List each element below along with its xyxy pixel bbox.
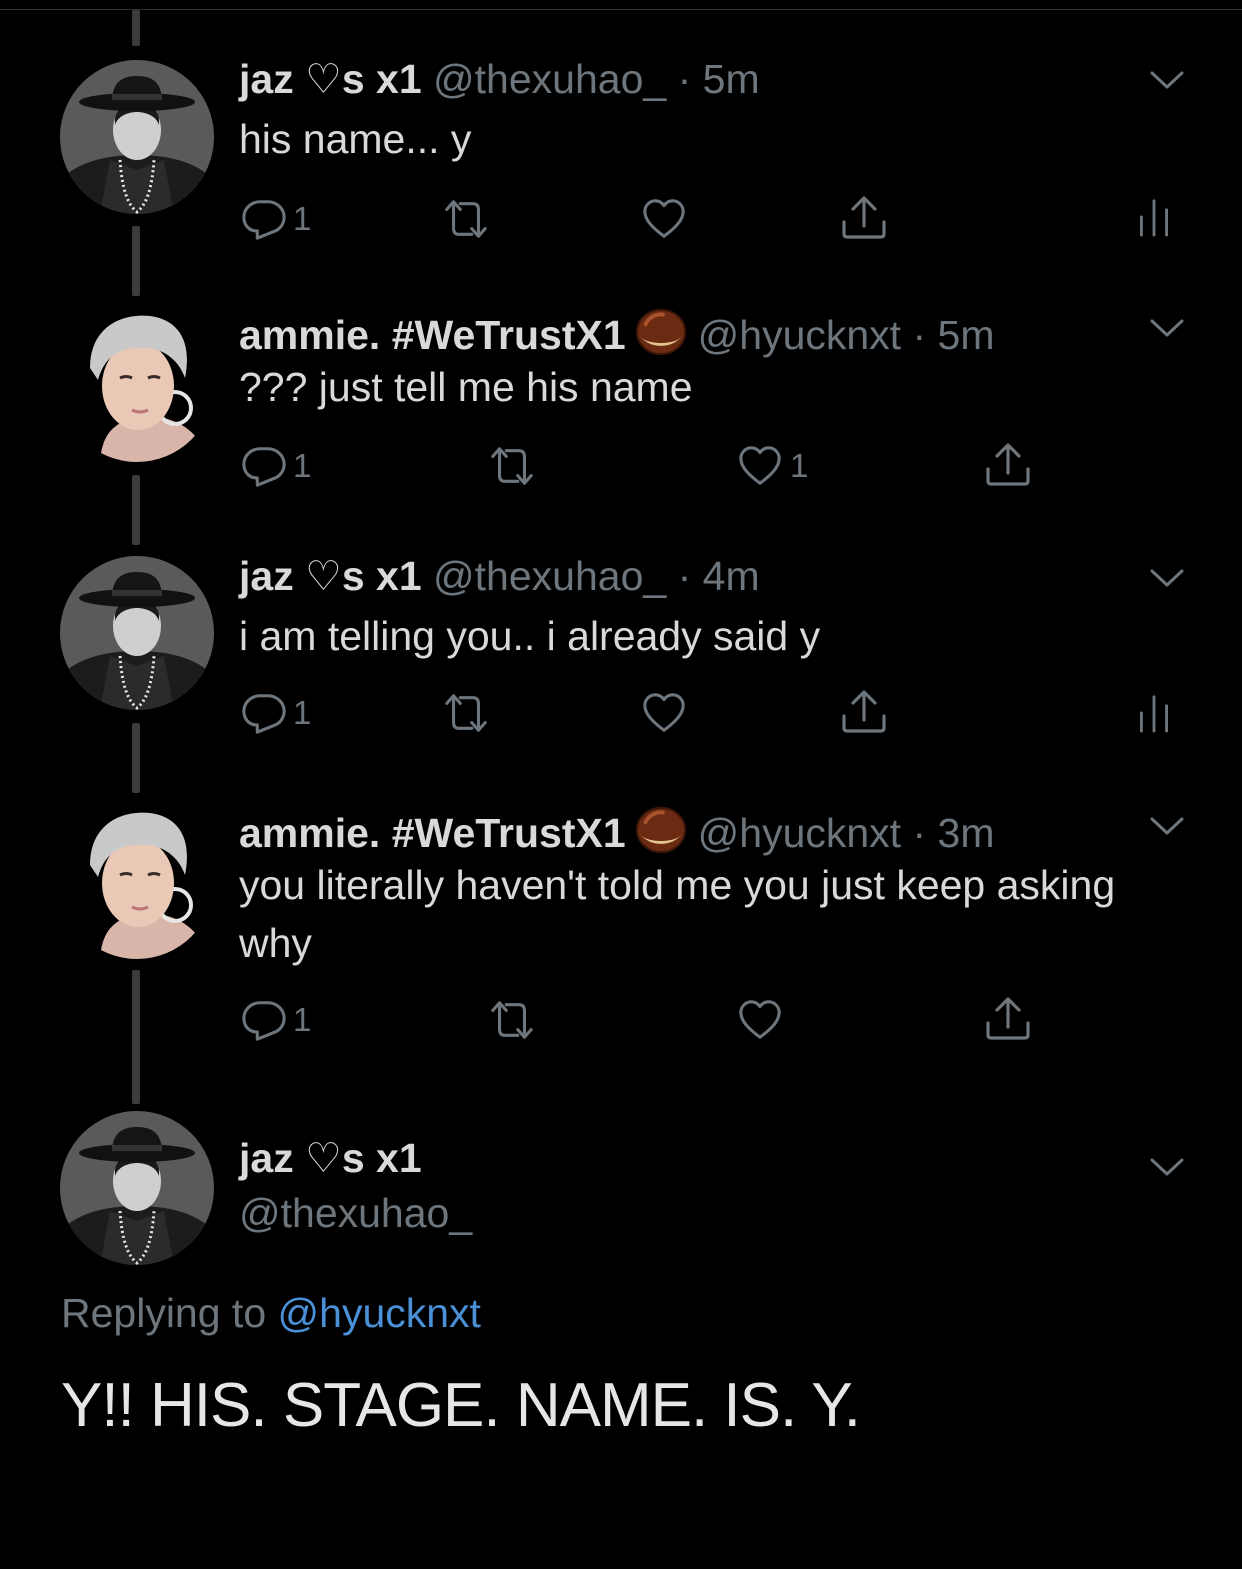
display-name[interactable]: jaz ♡s x1	[239, 553, 422, 599]
tweet-header: jaz ♡s x1 @thexuhao_ · 5m	[239, 55, 760, 103]
retweet-button[interactable]	[438, 196, 494, 242]
top-divider	[0, 9, 1242, 10]
retweet-button[interactable]	[484, 443, 540, 489]
chevron-down-icon[interactable]	[1150, 318, 1184, 338]
retweet-icon	[484, 443, 540, 489]
display-name[interactable]: ammie. #WeTrustX1	[239, 312, 626, 358]
username[interactable]: @thexuhao_	[239, 1190, 472, 1237]
retweet-button[interactable]	[438, 690, 494, 736]
like-button[interactable]	[736, 997, 784, 1043]
reply-button[interactable]: 1	[241, 997, 311, 1043]
avatar[interactable]	[60, 556, 214, 710]
chevron-down-icon[interactable]	[1150, 70, 1184, 90]
tweet-header: ammie. #WeTrustX1 @hyucknxt · 5m	[239, 303, 995, 359]
tweet-text: Y!! HIS. STAGE. NAME. IS. Y.	[61, 1371, 861, 1440]
like-button[interactable]	[640, 690, 688, 736]
chevron-down-icon[interactable]	[1150, 568, 1184, 588]
black-hat-avatar-icon	[60, 1111, 214, 1265]
share-button[interactable]	[840, 688, 888, 736]
separator: ·	[912, 312, 927, 358]
timestamp[interactable]: 3m	[938, 810, 995, 856]
like-button[interactable]: 1	[736, 443, 808, 489]
username[interactable]: @thexuhao_	[433, 56, 666, 102]
avatar[interactable]	[60, 60, 214, 214]
share-button[interactable]	[840, 194, 888, 242]
thread-line	[132, 475, 140, 545]
share-button[interactable]	[984, 441, 1032, 489]
black-hat-avatar-icon	[60, 556, 214, 710]
reply-icon	[241, 196, 287, 242]
username[interactable]: @thexuhao_	[433, 553, 666, 599]
display-name-line: jaz ♡s x1	[239, 1134, 422, 1182]
reply-button[interactable]: 1	[241, 443, 311, 489]
mention-link[interactable]: @hyucknxt	[278, 1290, 481, 1336]
thread-line	[132, 10, 140, 46]
timestamp[interactable]: 4m	[703, 553, 760, 599]
display-name[interactable]: jaz ♡s x1	[239, 56, 422, 102]
reply-count: 1	[293, 447, 312, 484]
heart-icon	[736, 997, 784, 1043]
replying-prefix: Replying to	[61, 1290, 267, 1336]
heart-icon	[736, 443, 784, 489]
share-button[interactable]	[984, 995, 1032, 1043]
heart-icon	[640, 690, 688, 736]
username[interactable]: @hyucknxt	[698, 312, 901, 358]
username[interactable]: @hyucknxt	[698, 810, 901, 856]
chevron-down-icon[interactable]	[1150, 1157, 1184, 1177]
tweet-text: i am telling you.. i already said y	[239, 613, 821, 659]
like-button[interactable]	[640, 196, 688, 242]
share-icon	[984, 995, 1032, 1043]
replying-to: Replying to @hyucknxt	[61, 1290, 481, 1337]
reply-count: 1	[293, 1001, 312, 1038]
heart-icon	[640, 196, 688, 242]
reply-icon	[241, 443, 287, 489]
thread-line	[132, 723, 140, 793]
separator: ·	[677, 553, 692, 599]
share-icon	[984, 441, 1032, 489]
analytics-icon	[1136, 690, 1172, 736]
silver-hair-avatar-icon	[60, 805, 214, 959]
analytics-icon	[1136, 194, 1172, 240]
retweet-icon	[438, 196, 494, 242]
reply-count: 1	[293, 200, 312, 237]
display-name[interactable]: ammie. #WeTrustX1	[239, 810, 626, 856]
tweet-header: ammie. #WeTrustX1 @hyucknxt · 3m	[239, 801, 995, 857]
tweet-text: you literally haven't told me you just k…	[239, 862, 1116, 966]
reply-button[interactable]: 1	[241, 196, 311, 242]
timestamp[interactable]: 5m	[703, 56, 760, 102]
retweet-icon	[438, 690, 494, 736]
separator: ·	[912, 810, 927, 856]
chevron-down-icon[interactable]	[1150, 816, 1184, 836]
timestamp[interactable]: 5m	[938, 312, 995, 358]
black-hat-avatar-icon	[60, 60, 214, 214]
retweet-icon	[484, 997, 540, 1043]
silver-hair-avatar-icon	[60, 308, 214, 462]
analytics-button[interactable]	[1136, 690, 1172, 736]
share-icon	[840, 194, 888, 242]
chestnut-icon	[634, 801, 688, 855]
analytics-button[interactable]	[1136, 194, 1172, 240]
reply-count: 1	[293, 694, 312, 731]
reply-button[interactable]: 1	[241, 690, 311, 736]
share-icon	[840, 688, 888, 736]
retweet-button[interactable]	[484, 997, 540, 1043]
avatar[interactable]	[60, 805, 214, 959]
display-name[interactable]: jaz ♡s x1	[239, 1135, 422, 1181]
reply-icon	[241, 690, 287, 736]
separator: ·	[677, 56, 692, 102]
chestnut-icon	[634, 303, 688, 357]
reply-icon	[241, 997, 287, 1043]
thread-line	[132, 226, 140, 296]
tweet-header: jaz ♡s x1 @thexuhao_ · 4m	[239, 552, 760, 600]
thread-line	[132, 970, 140, 1104]
avatar[interactable]	[60, 1111, 214, 1265]
avatar[interactable]	[60, 308, 214, 462]
tweet-text: ??? just tell me his name	[239, 364, 693, 410]
like-count: 1	[790, 447, 809, 484]
tweet-text: his name... y	[239, 116, 472, 162]
